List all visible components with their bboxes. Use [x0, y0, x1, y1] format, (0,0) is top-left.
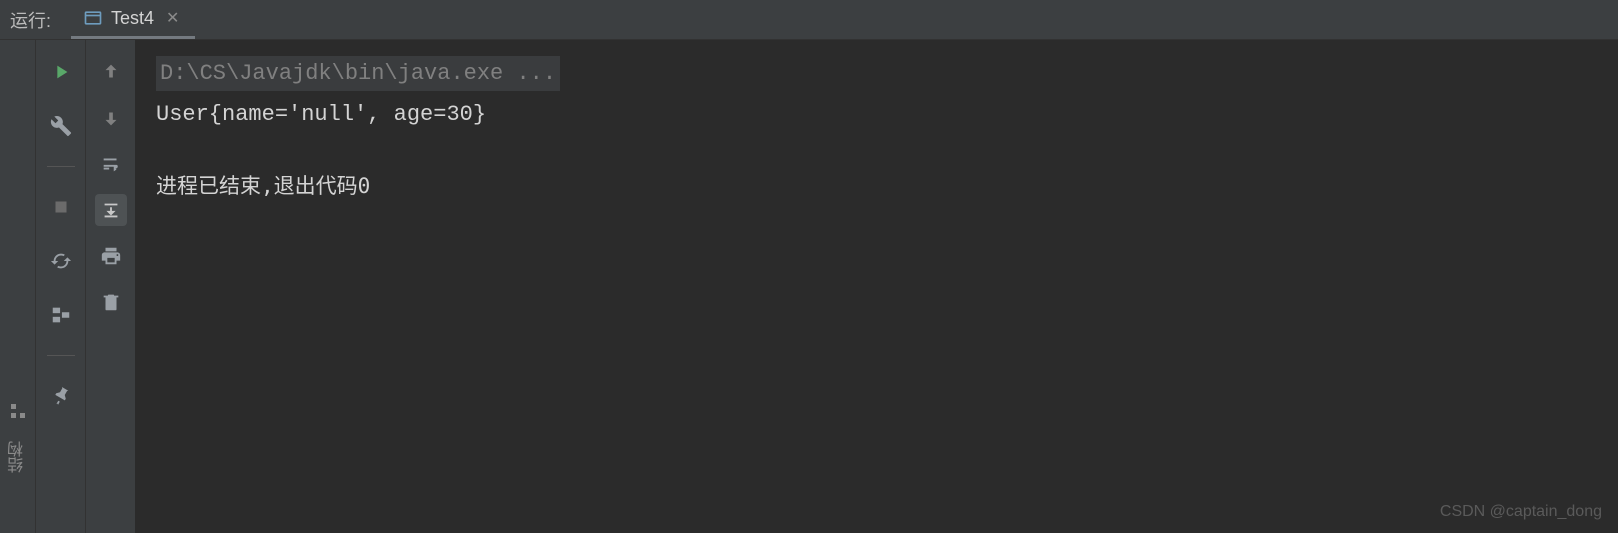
- main-area: 结构: [0, 40, 1618, 533]
- pin-button[interactable]: [45, 380, 77, 412]
- run-toolbar-secondary: [86, 40, 136, 533]
- rerun-button[interactable]: [45, 56, 77, 88]
- structure-label[interactable]: 结构: [6, 441, 30, 473]
- scroll-to-end-icon[interactable]: [95, 194, 127, 226]
- clear-all-icon[interactable]: [95, 286, 127, 318]
- soft-wrap-icon[interactable]: [95, 148, 127, 180]
- stop-button[interactable]: [45, 191, 77, 223]
- settings-button[interactable]: [45, 110, 77, 142]
- run-label: 运行:: [10, 7, 51, 33]
- exit-message: 进程已结束,退出代码0: [156, 170, 1598, 204]
- separator: [47, 166, 75, 167]
- run-tab[interactable]: Test4 ✕: [71, 0, 195, 39]
- structure-tool-icon[interactable]: [9, 402, 27, 425]
- console-output[interactable]: D:\CS\Javajdk\bin\java.exe ... User{name…: [136, 40, 1618, 533]
- command-line: D:\CS\Javajdk\bin\java.exe ...: [156, 56, 560, 91]
- separator: [47, 355, 75, 356]
- run-toolbar-primary: [36, 40, 86, 533]
- print-icon[interactable]: [95, 240, 127, 272]
- up-icon[interactable]: [95, 56, 127, 88]
- watermark: CSDN @captain_dong: [1440, 503, 1602, 521]
- dump-threads-button[interactable]: [45, 245, 77, 277]
- layout-button[interactable]: [45, 299, 77, 331]
- output-line: User{name='null', age=30}: [156, 97, 1598, 132]
- down-icon[interactable]: [95, 102, 127, 134]
- tab-title: Test4: [111, 8, 154, 29]
- application-icon: [83, 8, 103, 28]
- tool-window-stripe: 结构: [0, 40, 36, 533]
- close-icon[interactable]: ✕: [162, 8, 183, 28]
- run-panel-header: 运行: Test4 ✕: [0, 0, 1618, 40]
